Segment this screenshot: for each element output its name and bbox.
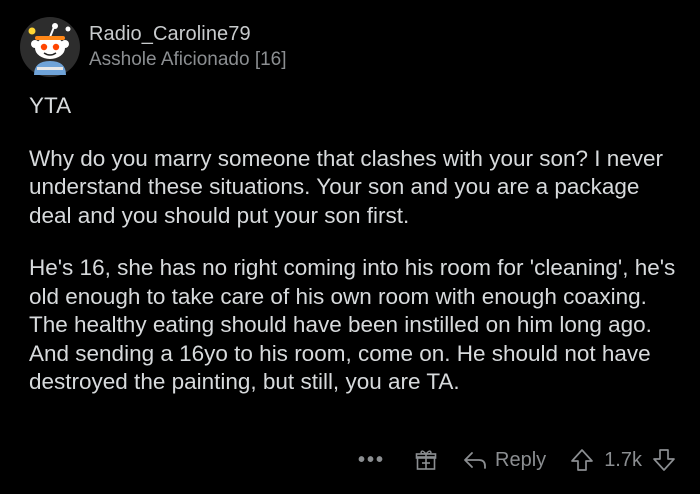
downvote-arrow-icon[interactable]: [652, 448, 676, 472]
comment-actions: ••• Reply 1.7k: [358, 443, 676, 477]
comment-paragraph: Why do you marry someone that clashes wi…: [29, 145, 664, 228]
verdict-text: YTA: [29, 93, 72, 118]
gift-icon: [415, 449, 437, 471]
reply-button[interactable]: Reply: [463, 449, 546, 472]
reply-arrow-icon: [463, 450, 487, 470]
user-flair: Asshole Aficionado [16]: [89, 49, 287, 70]
comment: Radio_Caroline79 Asshole Aficionado [16]…: [0, 0, 700, 494]
award-button[interactable]: [415, 449, 437, 471]
comment-body: YTA Why do you marry someone that clashe…: [29, 92, 679, 397]
more-dots-icon: •••: [358, 448, 386, 471]
snoo-avatar-icon: [20, 17, 80, 77]
more-options-button[interactable]: •••: [358, 449, 385, 472]
username-link[interactable]: Radio_Caroline79: [89, 22, 287, 46]
user-avatar[interactable]: [20, 17, 80, 77]
vote-controls: 1.7k: [570, 448, 676, 472]
vote-score: 1.7k: [604, 448, 642, 471]
comment-paragraph: He's 16, she has no right coming into hi…: [29, 255, 676, 394]
user-meta: Radio_Caroline79 Asshole Aficionado [16]: [89, 22, 287, 72]
reply-label: Reply: [495, 448, 547, 471]
comment-header: Radio_Caroline79 Asshole Aficionado [16]: [20, 14, 287, 80]
upvote-arrow-icon[interactable]: [570, 448, 594, 472]
